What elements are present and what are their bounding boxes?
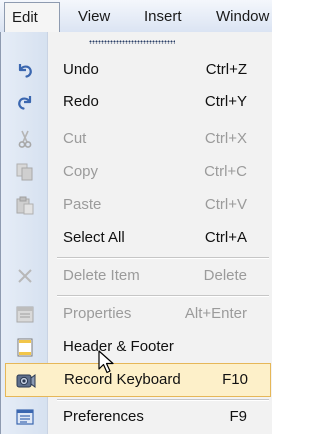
- menu-tab-edit[interactable]: Edit: [4, 2, 60, 34]
- menu-item-delete[interactable]: Delete Item Delete: [1, 259, 272, 293]
- menu-item-shortcut: Ctrl+V: [204, 196, 247, 213]
- menu-tab-insert[interactable]: Insert: [144, 6, 182, 28]
- menu-item-label: Record Keyboard: [64, 371, 181, 388]
- menu-item-shortcut: Ctrl+Z: [205, 61, 247, 78]
- menu-item-properties[interactable]: Properties Alt+Enter: [1, 297, 272, 331]
- menu-item-cut[interactable]: Cut Ctrl+X: [1, 122, 272, 156]
- redo-icon: [18, 96, 32, 110]
- menu-item-shortcut: Ctrl+Y: [204, 93, 247, 110]
- menu-item-label: Properties: [63, 305, 132, 322]
- menu-item-shortcut: F9: [229, 408, 247, 425]
- menu-bar: Edit View Insert Window: [0, 0, 272, 34]
- menu-item-label: Delete Item: [63, 267, 140, 284]
- menu-item-copy[interactable]: Copy Ctrl+C: [1, 155, 272, 189]
- menu-item-label: Copy: [63, 163, 99, 180]
- menu-item-select-all[interactable]: Select All Ctrl+A: [1, 221, 272, 255]
- menu-item-shortcut: Ctrl+C: [204, 163, 247, 180]
- menu-tab-view[interactable]: View: [78, 6, 110, 28]
- menu-tab-window[interactable]: Window: [216, 6, 269, 28]
- delete-icon: [18, 269, 32, 283]
- menu-item-label: Paste: [63, 196, 102, 213]
- menu-item-shortcut: Ctrl+X: [204, 130, 247, 147]
- menu-grip-handle[interactable]: [89, 40, 175, 44]
- preferences-icon: [16, 409, 34, 425]
- application-window: Edit View Insert Window Undo Ctrl+Z Redo…: [0, 0, 272, 434]
- menu-item-label: Cut: [63, 130, 87, 147]
- record-keyboard-icon: [16, 374, 36, 388]
- header-footer-icon: [17, 338, 33, 357]
- menu-item-shortcut: F10: [222, 371, 248, 388]
- properties-icon: [16, 306, 34, 323]
- menu-item-record-keyboard[interactable]: Record Keyboard F10: [5, 363, 271, 397]
- menu-item-label: Redo: [63, 93, 99, 110]
- copy-icon: [16, 163, 33, 181]
- edit-menu-dropdown: Undo Ctrl+Z Redo Ctrl+Y Cut Ctrl+X Copy …: [0, 32, 272, 434]
- cut-icon: [18, 130, 32, 148]
- menu-item-shortcut: Delete: [203, 267, 247, 284]
- menu-item-shortcut: Alt+Enter: [184, 305, 247, 322]
- menu-item-header-footer[interactable]: Header & Footer: [1, 330, 272, 364]
- menu-item-label: Header & Footer: [63, 338, 174, 355]
- menu-item-paste[interactable]: Paste Ctrl+V: [1, 188, 272, 222]
- menu-item-undo[interactable]: Undo Ctrl+Z: [1, 53, 272, 87]
- menu-item-redo[interactable]: Redo Ctrl+Y: [1, 85, 272, 119]
- menu-item-label: Select All: [63, 229, 125, 246]
- paste-icon: [16, 196, 34, 215]
- menu-item-shortcut: Ctrl+A: [204, 229, 247, 246]
- menu-item-preferences[interactable]: Preferences F9: [1, 400, 272, 434]
- undo-icon: [18, 64, 32, 78]
- menu-item-label: Preferences: [63, 408, 144, 425]
- menu-item-label: Undo: [63, 61, 99, 78]
- mouse-cursor-icon: [98, 350, 114, 374]
